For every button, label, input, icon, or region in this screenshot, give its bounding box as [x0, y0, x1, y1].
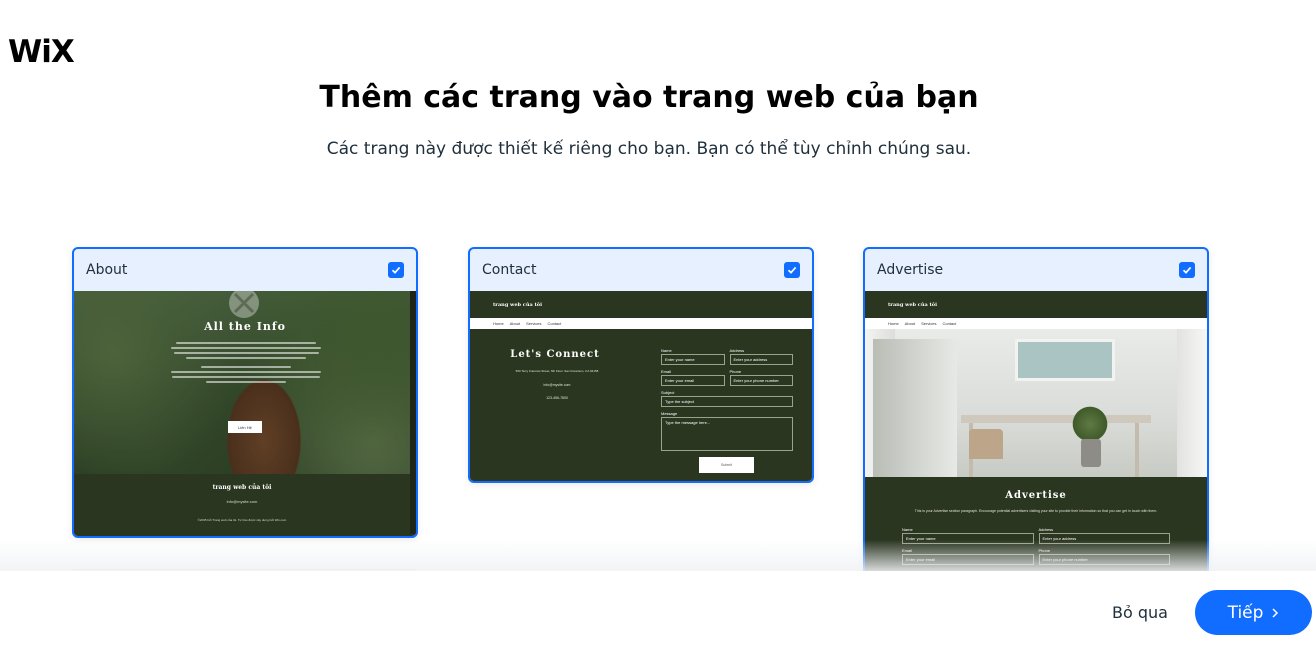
preview-footer: trang web của tôi info@mysite.com ©2035 … — [74, 474, 410, 534]
advertise-preview: trang web của tôi Home About Services Co… — [865, 291, 1207, 573]
wix-logo: WiX — [8, 34, 75, 70]
card-label: Contact — [482, 262, 537, 278]
submit-button[interactable]: Submit — [699, 457, 754, 473]
field-label: Name — [902, 527, 913, 532]
card-header: Advertise — [865, 249, 1207, 291]
contact-form: Name Enter your name Address Enter your ad… — [661, 348, 793, 473]
preview-header: trang web của tôi — [865, 291, 1207, 318]
nav-item: Home — [493, 321, 504, 326]
next-button-label: Tiếp — [1227, 602, 1264, 623]
contact-email: info@mysite.com — [543, 383, 571, 387]
nav-item: Contact — [942, 321, 957, 326]
field-label: Address — [729, 348, 745, 353]
card-checkbox[interactable] — [388, 262, 404, 278]
preview-site-name: trang web của tôi — [888, 302, 937, 308]
field-label: Address — [1038, 527, 1054, 532]
footer-copyright: ©2035 bởi Trang web của tôi. Tự hào được… — [197, 518, 287, 522]
contact-address: 500 Terry Francois Street, 6th Floor. Sa… — [515, 369, 599, 373]
field-label: Name — [661, 348, 672, 353]
contact-heading: Let's Connect — [510, 349, 600, 360]
page-card-contact[interactable]: Contact trang web của tôi Home About Ser… — [468, 247, 814, 483]
preview-nav: Home About Services Contact — [865, 318, 1207, 329]
card-header: Contact — [470, 249, 812, 291]
about-preview: All the Info Liên Hệ trang web của tôi i… — [74, 291, 416, 536]
checkmark-icon — [787, 266, 797, 274]
address-field[interactable]: Enter your address — [729, 354, 793, 365]
nav-item: About — [509, 321, 521, 326]
subject-field[interactable]: Type the subject — [661, 396, 793, 407]
field-label: Subject — [661, 390, 675, 395]
hero-image: All the Info Liên Hệ — [74, 291, 416, 474]
footer-site-name: trang web của tôi — [212, 484, 272, 491]
room-photo — [865, 329, 1207, 477]
message-field[interactable]: Type the message here... — [661, 417, 793, 451]
card-label: About — [86, 262, 128, 278]
hero-title: All the Info — [204, 320, 286, 333]
preview-scrollbar — [410, 291, 416, 534]
preview-nav: Home About Services Contact — [470, 318, 812, 329]
card-header: About — [74, 249, 416, 291]
checkmark-icon — [391, 266, 401, 274]
footer-email: info@mysite.com — [226, 499, 258, 504]
next-button[interactable]: Tiếp — [1195, 590, 1312, 635]
field-label: Email — [661, 369, 672, 374]
checkmark-icon — [1182, 266, 1192, 274]
field-label: Message — [661, 411, 678, 416]
card-checkbox[interactable] — [784, 262, 800, 278]
page-card-about[interactable]: About All the Info Liên Hệ trang web của… — [72, 247, 418, 538]
page-subtitle: Các trang này được thiết kế riêng cho bạ… — [326, 139, 972, 159]
advertise-paragraph: This is your Advertise section paragraph… — [914, 509, 1158, 513]
advertise-heading: Advertise — [1005, 490, 1067, 501]
email-field[interactable]: Enter your email — [661, 375, 725, 386]
logo-mark-icon — [229, 291, 259, 318]
contact-preview: trang web của tôi Home About Services Co… — [470, 291, 812, 481]
nav-item: About — [904, 321, 916, 326]
nav-item: Contact — [547, 321, 562, 326]
chevron-right-icon — [1272, 607, 1279, 618]
name-field[interactable]: Enter your name — [661, 354, 725, 365]
card-label: Advertise — [877, 262, 944, 278]
phone-field[interactable]: Enter your phone number — [729, 375, 793, 386]
nav-item: Home — [888, 321, 899, 326]
nav-item: Services — [526, 321, 542, 326]
page-title: Thêm các trang vào trang web của bạn — [319, 80, 979, 115]
skip-button[interactable]: Bỏ qua — [1112, 603, 1168, 622]
scroll-fade — [0, 540, 1316, 572]
field-label: Phone — [729, 369, 742, 374]
preview-site-name: trang web của tôi — [493, 302, 542, 308]
contact-button[interactable]: Liên Hệ — [228, 421, 262, 433]
contact-phone: 123-456-7890 — [546, 396, 568, 400]
card-checkbox[interactable] — [1179, 262, 1195, 278]
preview-header: trang web của tôi — [470, 291, 812, 318]
nav-item: Services — [921, 321, 937, 326]
page-card-advertise[interactable]: Advertise trang web của tôi Home About S… — [863, 247, 1209, 573]
